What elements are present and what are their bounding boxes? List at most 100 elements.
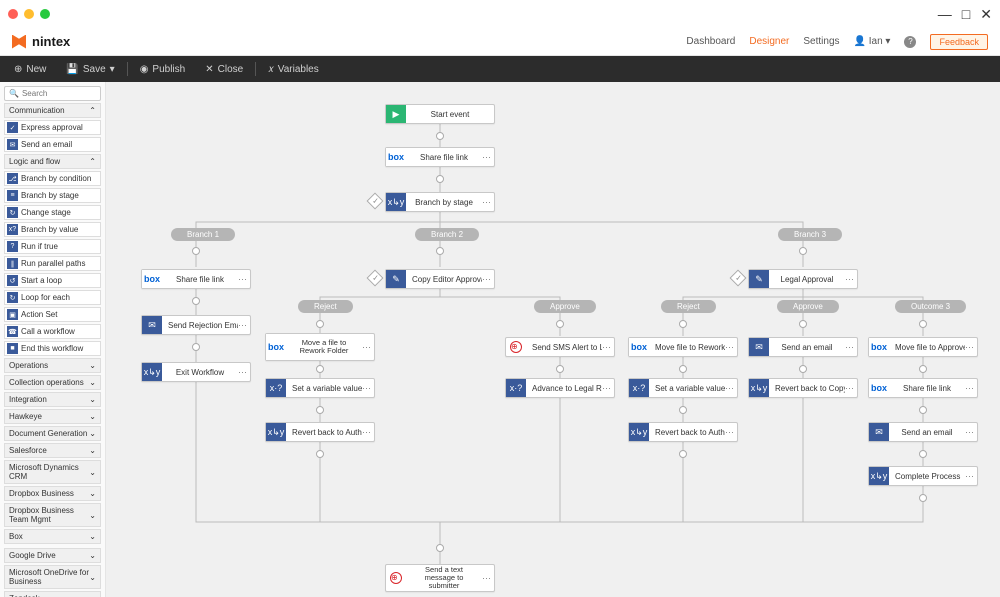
- node-menu-icon[interactable]: ⋯: [725, 342, 737, 353]
- node-menu-icon[interactable]: ⋯: [845, 274, 857, 285]
- node-b2-revert[interactable]: x↳yRevert back to Author⋯: [265, 422, 375, 442]
- connector-dot[interactable]: [316, 406, 324, 414]
- node-b1-share[interactable]: boxShare file link⋯: [141, 269, 251, 289]
- node-menu-icon[interactable]: ⋯: [965, 471, 977, 482]
- connector-dot[interactable]: [436, 132, 444, 140]
- node-menu-icon[interactable]: ⋯: [482, 152, 494, 163]
- close-window-icon[interactable]: [8, 9, 18, 19]
- node-b1-exit[interactable]: x↳yExit Workflow⋯: [141, 362, 251, 382]
- variables-button[interactable]: 𝑥Variables: [260, 64, 327, 75]
- action-change-stage[interactable]: ↻Change stage: [4, 205, 101, 220]
- minimize-window-icon[interactable]: [24, 9, 34, 19]
- connector-dot[interactable]: [919, 494, 927, 502]
- connector-dot[interactable]: [679, 406, 687, 414]
- connector-dot[interactable]: [919, 406, 927, 414]
- action-branch-stage[interactable]: ≡Branch by stage: [4, 188, 101, 203]
- node-share-link[interactable]: boxShare file link⋯: [385, 147, 495, 167]
- action-end-workflow[interactable]: ■End this workflow: [4, 341, 101, 356]
- node-menu-icon[interactable]: ⋯: [725, 383, 737, 394]
- save-button[interactable]: 💾Save▾: [58, 64, 122, 75]
- connector-dot[interactable]: [679, 320, 687, 328]
- node-b3-move-approved[interactable]: boxMove file to Approved⋯: [868, 337, 978, 357]
- node-menu-icon[interactable]: ⋯: [238, 274, 250, 285]
- node-menu-icon[interactable]: ⋯: [965, 342, 977, 353]
- nav-settings[interactable]: Settings: [803, 36, 839, 47]
- node-b3-revert-author[interactable]: x↳yRevert back to Author⋯: [628, 422, 738, 442]
- publish-button[interactable]: ◉Publish: [132, 64, 194, 75]
- connector-dot[interactable]: [556, 320, 564, 328]
- node-menu-icon[interactable]: ⋯: [845, 383, 857, 394]
- connector-dot[interactable]: [316, 320, 324, 328]
- connector-dot[interactable]: [679, 450, 687, 458]
- connector-dot[interactable]: [316, 450, 324, 458]
- node-menu-icon[interactable]: ⋯: [482, 573, 494, 584]
- cat-gdrive[interactable]: Google Drive⌄: [4, 548, 101, 563]
- action-call-workflow[interactable]: ☎Call a workflow: [4, 324, 101, 339]
- action-branch-condition[interactable]: ⎇Branch by condition: [4, 171, 101, 186]
- action-parallel[interactable]: ∥Run parallel paths: [4, 256, 101, 271]
- cat-communication[interactable]: Communication⌃: [4, 103, 101, 118]
- action-run-if-true[interactable]: ?Run if true: [4, 239, 101, 254]
- node-b2-approval[interactable]: ✎Copy Editor Approval⋯: [385, 269, 495, 289]
- cat-onedrive[interactable]: Microsoft OneDrive for Business⌄: [4, 565, 101, 589]
- maximize-icon[interactable]: □: [962, 6, 970, 23]
- node-b3-share[interactable]: boxShare file link⋯: [868, 378, 978, 398]
- help-icon[interactable]: ?: [904, 36, 916, 48]
- action-set[interactable]: ▣Action Set: [4, 307, 101, 322]
- cat-collection-ops[interactable]: Collection operations⌄: [4, 375, 101, 390]
- connector-dot[interactable]: [316, 365, 324, 373]
- cat-box[interactable]: Box⌄: [4, 529, 101, 544]
- node-b3-complete[interactable]: x↳yComplete Process⋯: [868, 466, 978, 486]
- search-box[interactable]: 🔍: [4, 86, 101, 101]
- node-menu-icon[interactable]: ⋯: [725, 427, 737, 438]
- node-b3-email[interactable]: ✉Send an email⋯: [748, 337, 858, 357]
- node-menu-icon[interactable]: ⋯: [482, 274, 494, 285]
- cat-operations[interactable]: Operations⌄: [4, 358, 101, 373]
- connector-dot[interactable]: [919, 320, 927, 328]
- cat-hawkeye[interactable]: Hawkeye⌄: [4, 409, 101, 424]
- connector-dot[interactable]: [192, 343, 200, 351]
- node-final-sms[interactable]: ⊕Send a text message to submitter⋯: [385, 564, 495, 592]
- connector-dot[interactable]: [436, 544, 444, 552]
- close-button[interactable]: ✕Close: [197, 64, 251, 75]
- node-menu-icon[interactable]: ⋯: [362, 383, 374, 394]
- node-b3-setvar[interactable]: x·?Set a variable value⋯: [628, 378, 738, 398]
- connector-dot[interactable]: [799, 320, 807, 328]
- node-menu-icon[interactable]: ⋯: [602, 383, 614, 394]
- node-menu-icon[interactable]: ⋯: [238, 320, 250, 331]
- node-menu-icon[interactable]: ⋯: [965, 383, 977, 394]
- connector-dot[interactable]: [192, 247, 200, 255]
- action-send-email[interactable]: ✉Send an email: [4, 137, 101, 152]
- cat-docgen[interactable]: Document Generation⌄: [4, 426, 101, 441]
- minimize-icon[interactable]: —: [938, 6, 952, 23]
- node-menu-icon[interactable]: ⋯: [362, 427, 374, 438]
- node-b3-approval[interactable]: ✎Legal Approval⋯: [748, 269, 858, 289]
- connector-dot[interactable]: [799, 247, 807, 255]
- cat-dynamics[interactable]: Microsoft Dynamics CRM⌄: [4, 460, 101, 484]
- close-icon[interactable]: ✕: [980, 6, 992, 23]
- cat-logic-flow[interactable]: Logic and flow⌃: [4, 154, 101, 169]
- node-b1-reject-email[interactable]: ✉Send Rejection Email⋯: [141, 315, 251, 335]
- node-start-event[interactable]: ▶Start event: [385, 104, 495, 124]
- node-b3-move-rework[interactable]: boxMove file to Rework⋯: [628, 337, 738, 357]
- connector-dot[interactable]: [192, 297, 200, 305]
- action-start-loop[interactable]: ↺Start a loop: [4, 273, 101, 288]
- connector-dot[interactable]: [919, 450, 927, 458]
- node-b2-sms[interactable]: ⊕Send SMS Alert to Legal⋯: [505, 337, 615, 357]
- cat-dropbox-team[interactable]: Dropbox Business Team Mgmt⌄: [4, 503, 101, 527]
- node-b3-email2[interactable]: ✉Send an email⋯: [868, 422, 978, 442]
- workflow-canvas[interactable]: ▶Start event boxShare file link⋯ x↳yBran…: [106, 82, 1000, 597]
- connector-dot[interactable]: [919, 365, 927, 373]
- node-menu-icon[interactable]: ⋯: [238, 367, 250, 378]
- nav-designer[interactable]: Designer: [749, 36, 789, 47]
- maximize-window-icon[interactable]: [40, 9, 50, 19]
- node-b3-revert-copy[interactable]: x↳yRevert back to Copy Editor⋯: [748, 378, 858, 398]
- new-button[interactable]: ⊕New: [6, 64, 54, 75]
- connector-dot[interactable]: [436, 247, 444, 255]
- cat-zendesk[interactable]: Zendesk⌄: [4, 591, 101, 597]
- action-branch-value[interactable]: x?Branch by value: [4, 222, 101, 237]
- connector-dot[interactable]: [436, 175, 444, 183]
- connector-dot[interactable]: [556, 365, 564, 373]
- node-menu-icon[interactable]: ⋯: [482, 197, 494, 208]
- cat-integration[interactable]: Integration⌄: [4, 392, 101, 407]
